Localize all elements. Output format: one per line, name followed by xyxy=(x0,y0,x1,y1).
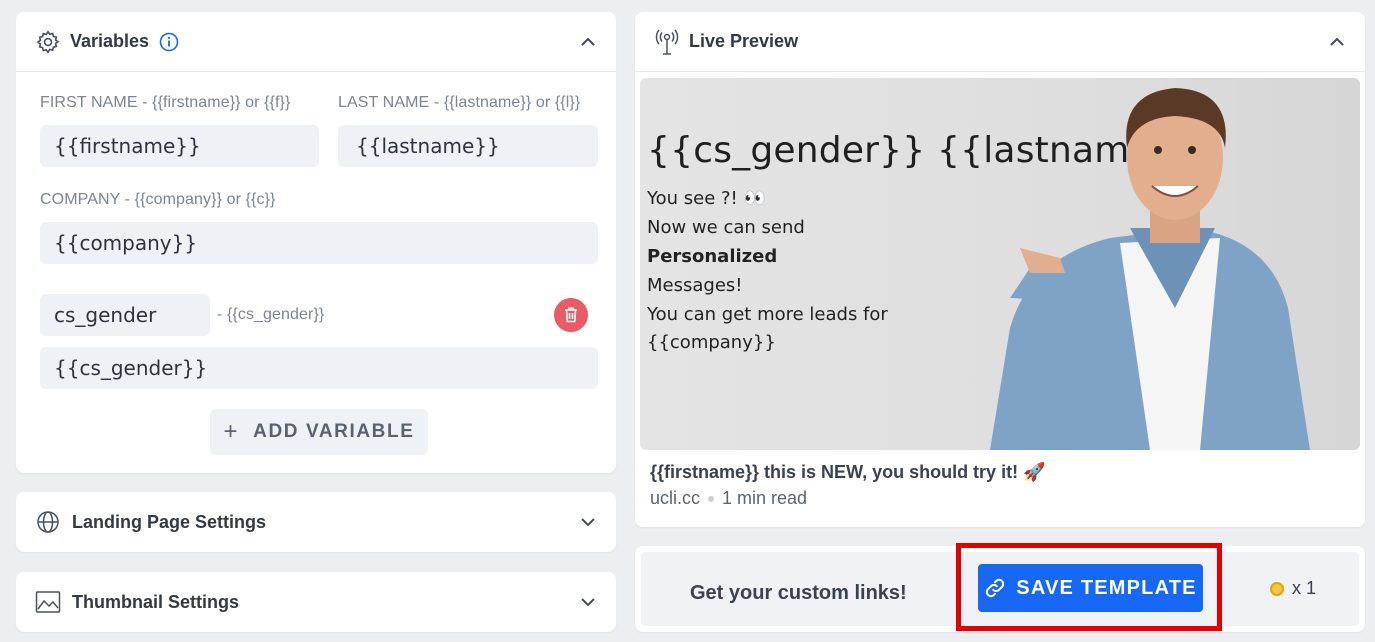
lastname-label: LAST NAME - {{lastname}} or {{l}} xyxy=(338,94,581,111)
delete-variable-button[interactable] xyxy=(554,298,588,332)
add-variable-label: ADD VARIABLE xyxy=(253,421,415,442)
landing-page-settings-panel[interactable]: Landing Page Settings xyxy=(16,492,616,552)
trash-icon xyxy=(563,306,579,324)
lastname-input[interactable]: {{lastname}} xyxy=(338,125,598,167)
preview-meta: ucli.cc 1 min read xyxy=(650,488,807,509)
firstname-label: FIRST NAME - {{firstname}} or {{f}} xyxy=(40,94,291,111)
info-icon[interactable] xyxy=(159,32,179,52)
chevron-down-icon[interactable] xyxy=(578,592,598,612)
link-icon xyxy=(984,577,1016,599)
save-template-label: SAVE TEMPLATE xyxy=(1016,576,1197,599)
custom-links-text: Get your custom links! xyxy=(690,582,907,604)
company-input[interactable]: {{company}} xyxy=(40,222,598,264)
preview-line: Personalized xyxy=(647,246,778,267)
credits-count: x 1 xyxy=(1270,578,1316,599)
custom-variable-name-input[interactable]: cs_gender xyxy=(40,294,210,336)
company-label: COMPANY - {{company}} or {{c}} xyxy=(40,191,276,208)
save-template-button[interactable]: SAVE TEMPLATE xyxy=(978,564,1203,612)
variables-header[interactable]: Variables xyxy=(16,12,616,72)
add-variable-button[interactable]: + ADD VARIABLE xyxy=(210,409,428,455)
custom-variable-token: - {{cs_gender}} xyxy=(217,306,325,323)
globe-icon xyxy=(34,508,62,536)
preview-line: {{company}} xyxy=(647,332,776,353)
preview-thumbnail-image: {{cs_gender}} {{lastname}} You see ?! 👀 … xyxy=(640,78,1360,450)
landing-page-settings-header[interactable]: Landing Page Settings xyxy=(16,492,616,552)
preview-line: Now we can send xyxy=(647,217,805,238)
preview-line: You see ?! 👀 xyxy=(647,188,766,209)
image-icon xyxy=(34,588,62,616)
preview-read-time: 1 min read xyxy=(722,488,808,508)
custom-variable-value-input[interactable]: {{cs_gender}} xyxy=(40,347,598,389)
plus-icon: + xyxy=(223,418,240,445)
preview-line: You can get more leads for xyxy=(647,304,888,325)
live-preview-header[interactable]: Live Preview xyxy=(635,12,1365,72)
landing-page-settings-title: Landing Page Settings xyxy=(72,511,267,532)
preview-link-title: {{firstname}} this is NEW, you should tr… xyxy=(650,462,1046,482)
person-photo xyxy=(990,88,1310,450)
chevron-up-icon[interactable] xyxy=(1327,32,1347,52)
chevron-down-icon[interactable] xyxy=(578,512,598,532)
firstname-input[interactable]: {{firstname}} xyxy=(40,125,319,167)
variables-title: Variables xyxy=(70,31,150,51)
separator-dot xyxy=(708,495,715,502)
variables-panel: Variables FIRST NAME - {{firstname}} or … xyxy=(16,12,616,473)
live-preview-title: Live Preview xyxy=(689,31,799,51)
thumbnail-settings-header[interactable]: Thumbnail Settings xyxy=(16,572,616,632)
chevron-up-icon[interactable] xyxy=(578,32,598,52)
gear-icon xyxy=(34,28,62,56)
coin-icon xyxy=(1270,581,1284,596)
credits-label: x 1 xyxy=(1292,578,1317,598)
live-preview-panel: Live Preview {{cs_gender}} {{lastname}} … xyxy=(635,12,1365,527)
thumbnail-settings-panel[interactable]: Thumbnail Settings xyxy=(16,572,616,632)
thumbnail-settings-title: Thumbnail Settings xyxy=(72,591,240,612)
preview-domain: ucli.cc xyxy=(650,488,701,508)
antenna-icon xyxy=(653,28,681,56)
preview-line: Messages! xyxy=(647,275,743,296)
